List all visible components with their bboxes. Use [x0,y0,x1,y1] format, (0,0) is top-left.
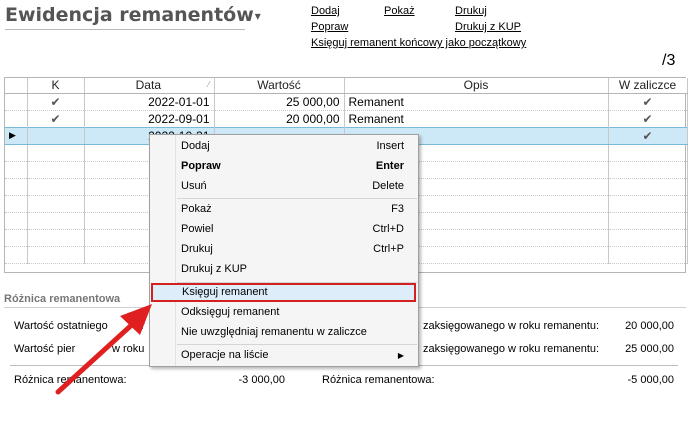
menu-item-label: Popraw [181,160,221,172]
cell-data: 2022-09-01 [84,110,215,128]
menu-item-dodaj[interactable]: Dodaj Insert [150,137,418,156]
column-header-w-zaliczce[interactable]: W zaliczce [608,78,688,94]
diff-right-value: -5 000,00 [627,374,674,386]
check-icon [27,126,85,145]
menu-item-popraw[interactable]: Popraw Enter [150,157,418,176]
menu-item-label: Odksięguj remanent [181,306,280,318]
page-title-text: Ewidencja remanentów [5,4,254,26]
menu-item-usun[interactable]: Usuń Delete [150,177,418,196]
diff-right-label: Różnica remanentowa: [322,374,435,386]
current-row-icon: ▶ [5,126,28,145]
submenu-arrow-icon: ▶ [397,351,404,360]
cell-opis: Remanent [344,93,609,111]
chevron-down-icon[interactable]: ▾ [255,9,261,23]
menu-item-shortcut: Insert [376,140,404,152]
menu-separator [177,198,417,199]
column-header-data-label: Data [135,78,161,93]
cell-wartosc: 25 000,00 [214,93,345,111]
column-header-data[interactable]: Data ⁄ [84,78,215,94]
page-title[interactable]: Ewidencja remanentów▾ [5,4,261,26]
menu-separator [177,344,417,345]
column-indicator [5,78,28,94]
menu-item-ksieguj-remanent[interactable]: Księguj remanent [151,283,416,302]
column-header-wartosc[interactable]: Wartość [214,78,345,94]
context-menu: Dodaj Insert Popraw Enter Usuń Delete Po… [149,134,419,367]
menu-item-label: Księguj remanent [182,286,268,298]
page-number: /3 [662,52,676,69]
column-header-opis[interactable]: Opis [344,78,609,94]
menu-item-powiel[interactable]: Powiel Ctrl+D [150,220,418,239]
menu-item-operacje-na-liscie[interactable]: Operacje na liście ▶ [150,346,418,365]
check-icon: ✔ [608,93,688,111]
menu-item-label: Nie uwzględniaj remanentu w zaliczce [181,326,367,338]
diff-left-label: Różnica remanentowa: [14,374,127,386]
menu-item-pokaz[interactable]: Pokaż F3 [150,200,418,219]
section-title: Różnica remanentowa [4,293,121,305]
menu-item-label: Dodaj [181,140,210,152]
title-underline [5,29,245,30]
link-pokaz[interactable]: Pokaż [384,5,415,17]
table-row[interactable]: ✔ 2022-01-01 25 000,00 Remanent ✔ [5,93,688,111]
diff-left-value: -3 000,00 [238,374,285,386]
menu-item-drukuj-z-kup[interactable]: Drukuj z KUP [150,260,418,279]
summary-row2-right-label: zaksięgowanego w roku remanentu: [423,343,600,355]
menu-item-shortcut: Enter [375,160,404,172]
menu-item-shortcut: F3 [391,203,404,215]
summary-row1-right-label: zaksięgowanego w roku remanentu: [423,320,600,332]
link-popraw[interactable]: Popraw [311,21,348,33]
column-header-k[interactable]: K [27,78,85,94]
row-indicator [5,93,28,111]
row-indicator [5,110,28,128]
menu-item-odksieguj-remanent[interactable]: Odksięguj remanent [150,303,418,322]
summary-row1-left-label-tail: u r [132,320,145,332]
menu-item-shortcut: Delete [372,180,404,192]
cell-opis: Remanent [344,110,609,128]
cell-wartosc: 20 000,00 [214,110,345,128]
summary-row2-left-label-tail: w roku [112,343,145,355]
sort-icon: ⁄ [208,80,210,90]
summary-row1-left-label: Wartość ostatniego [14,320,108,332]
cell-data: 2022-01-01 [84,93,215,111]
menu-item-label: Operacje na liście [181,349,269,361]
menu-item-label: Drukuj [181,243,213,255]
check-icon: ✔ [608,110,688,128]
check-icon: ✔ [27,93,85,111]
summary-row2-left-label: Wartość pier [14,343,76,355]
menu-item-label: Usuń [181,180,207,192]
menu-item-label: Powiel [181,223,214,235]
check-icon: ✔ [608,126,688,145]
summary-row2-right-value: 25 000,00 [625,343,674,355]
menu-item-label: Pokaż [181,203,212,215]
summary-row1-right-value: 20 000,00 [625,320,674,332]
link-ksieguj-remanent-koncowy[interactable]: Księguj remanent końcowy jako początkowy [311,37,526,49]
link-dodaj[interactable]: Dodaj [311,5,340,17]
menu-item-shortcut: Ctrl+P [373,243,404,255]
menu-item-nie-uwzgledniaj[interactable]: Nie uwzględniaj remanentu w zaliczce [150,323,418,342]
menu-item-label: Drukuj z KUP [181,263,248,275]
link-drukuj-z-kup[interactable]: Drukuj z KUP [455,21,521,33]
link-drukuj[interactable]: Drukuj [455,5,487,17]
check-icon: ✔ [27,110,85,128]
menu-item-shortcut: Ctrl+D [372,223,404,235]
menu-item-drukuj[interactable]: Drukuj Ctrl+P [150,240,418,259]
table-row[interactable]: ✔ 2022-09-01 20 000,00 Remanent ✔ [5,110,688,128]
